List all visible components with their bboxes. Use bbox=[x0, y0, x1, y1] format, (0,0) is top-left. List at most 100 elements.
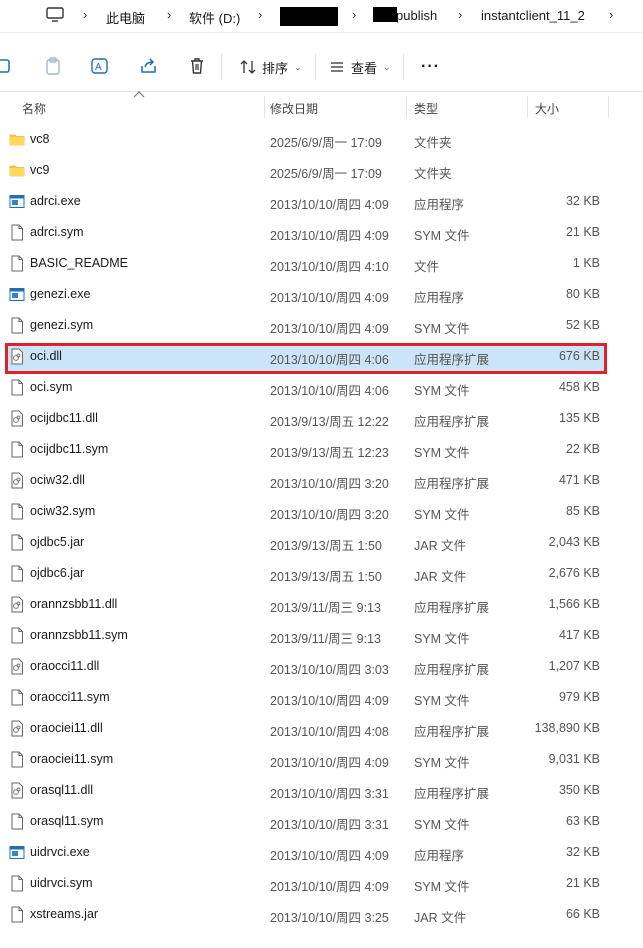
file-row[interactable]: ociw32.dll 2013/10/10/周四 3:20 应用程序扩展 471 KB bbox=[0, 465, 643, 496]
file-size: 1,566 KB bbox=[548, 597, 600, 611]
file-icon bbox=[9, 875, 25, 892]
file-modified: 2013/9/13/周五 1:50 bbox=[270, 570, 382, 584]
file-name: oraocci11.dll bbox=[30, 659, 100, 673]
file-row[interactable]: ojdbc6.jar 2013/9/13/周五 1:50 JAR 文件 2,676 K… bbox=[0, 558, 643, 589]
file-type: 应用程序扩展 bbox=[414, 415, 490, 429]
address-bar[interactable]: › 此电脑 › 软件 (D:) › › publish › instantcli… bbox=[0, 0, 643, 33]
file-row[interactable]: uidrvci.exe 2013/10/10/周四 4:09 应用程序 32 KB bbox=[0, 837, 643, 868]
file-row[interactable]: oraociei11.sym 2013/10/10/周四 4:09 SYM 文件 9,… bbox=[0, 744, 643, 775]
sort-label: 排序 bbox=[262, 60, 289, 76]
file-row[interactable]: ojdbc5.jar 2013/9/13/周五 1:50 JAR 文件 2,043 K… bbox=[0, 527, 643, 558]
copy-icon[interactable] bbox=[0, 56, 16, 76]
column-divider[interactable] bbox=[527, 96, 528, 118]
computer-icon[interactable] bbox=[46, 7, 64, 22]
breadcrumb-current[interactable]: instantclient_11_2 bbox=[481, 8, 585, 23]
redacted-folder-name[interactable] bbox=[280, 7, 338, 26]
breadcrumb-publish[interactable]: publish bbox=[396, 8, 437, 23]
chevron-right-icon[interactable]: › bbox=[83, 7, 93, 23]
sort-button[interactable]: 排序 ⌄ bbox=[240, 56, 302, 78]
file-modified: 2013/10/10/周四 4:09 bbox=[270, 849, 389, 863]
file-row[interactable]: ocijdbc11.sym 2013/9/13/周五 12:23 SYM 文件 22 … bbox=[0, 434, 643, 465]
file-name: oraocci11.sym bbox=[30, 690, 110, 704]
file-name: oraociei11.dll bbox=[30, 721, 103, 735]
redacted-prefix bbox=[373, 7, 397, 22]
file-row[interactable]: genezi.exe 2013/10/10/周四 4:09 应用程序 80 KB bbox=[0, 279, 643, 310]
file-row[interactable]: oci.sym 2013/10/10/周四 4:06 SYM 文件 458 KB bbox=[0, 372, 643, 403]
exe-icon bbox=[9, 286, 25, 303]
column-divider[interactable] bbox=[264, 96, 265, 118]
view-label: 查看 bbox=[351, 60, 378, 76]
file-row[interactable]: oraociei11.dll 2013/10/10/周四 4:08 应用程序扩展 13… bbox=[0, 713, 643, 744]
svg-text:A: A bbox=[95, 62, 102, 73]
file-name: BASIC_README bbox=[30, 256, 128, 270]
file-type: JAR 文件 bbox=[414, 911, 467, 925]
file-row[interactable]: uidrvci.sym 2013/10/10/周四 4:09 SYM 文件 21 KB bbox=[0, 868, 643, 899]
file-type: 文件 bbox=[414, 260, 440, 274]
file-row[interactable]: orannzsbb11.sym 2013/9/11/周三 9:13 SYM 文件 41… bbox=[0, 620, 643, 651]
share-icon[interactable] bbox=[139, 56, 159, 76]
file-name: uidrvci.exe bbox=[30, 845, 90, 859]
view-button[interactable]: 查看 ⌄ bbox=[329, 56, 391, 78]
column-divider[interactable] bbox=[406, 96, 407, 118]
chevron-right-icon[interactable]: › bbox=[258, 7, 268, 23]
file-row[interactable]: orannzsbb11.dll 2013/9/11/周三 9:13 应用程序扩展 1,… bbox=[0, 589, 643, 620]
file-row[interactable]: adrci.sym 2013/10/10/周四 4:09 SYM 文件 21 KB bbox=[0, 217, 643, 248]
file-row[interactable]: vc8 2025/6/9/周一 17:09 文件夹 bbox=[0, 124, 643, 155]
file-icon bbox=[9, 751, 25, 768]
command-bar: A 排序 ⌄ 查看 ⌄ ··· bbox=[0, 40, 643, 92]
breadcrumb-this-pc[interactable]: 此电脑 bbox=[106, 8, 145, 27]
delete-icon[interactable] bbox=[187, 56, 207, 76]
file-icon bbox=[9, 255, 25, 272]
rename-icon[interactable]: A bbox=[90, 56, 110, 76]
column-divider[interactable] bbox=[608, 96, 609, 118]
file-size: 32 KB bbox=[565, 194, 600, 208]
file-size: 85 KB bbox=[565, 504, 600, 518]
file-type: SYM 文件 bbox=[414, 756, 470, 770]
file-modified: 2013/10/10/周四 3:20 bbox=[270, 508, 389, 522]
file-type: JAR 文件 bbox=[414, 539, 467, 553]
column-modified[interactable]: 修改日期 bbox=[270, 100, 318, 117]
file-name: ojdbc6.jar bbox=[30, 566, 85, 580]
dll-icon bbox=[9, 596, 25, 613]
file-row[interactable]: ociw32.sym 2013/10/10/周四 3:20 SYM 文件 85 KB bbox=[0, 496, 643, 527]
column-size[interactable]: 大小 bbox=[535, 100, 559, 117]
dll-icon bbox=[9, 720, 25, 737]
file-size: 52 KB bbox=[565, 318, 600, 332]
file-row[interactable]: orasql11.dll 2013/10/10/周四 3:31 应用程序扩展 350 … bbox=[0, 775, 643, 806]
column-type[interactable]: 类型 bbox=[414, 100, 438, 117]
chevron-right-icon[interactable]: › bbox=[352, 7, 362, 23]
file-size: 1,207 KB bbox=[548, 659, 600, 673]
more-options-button[interactable]: ··· bbox=[421, 56, 440, 78]
file-row[interactable]: xstreams.jar 2013/10/10/周四 3:25 JAR 文件 66 K… bbox=[0, 899, 643, 930]
file-row[interactable]: ocijdbc11.dll 2013/9/13/周五 12:22 应用程序扩展 135… bbox=[0, 403, 643, 434]
file-name: ojdbc5.jar bbox=[30, 535, 85, 549]
dll-icon bbox=[9, 410, 25, 427]
file-modified: 2013/10/10/周四 4:08 bbox=[270, 725, 389, 739]
file-row[interactable]: oraocci11.sym 2013/10/10/周四 4:09 SYM 文件 979… bbox=[0, 682, 643, 713]
file-row[interactable]: BASIC_README 2013/10/10/周四 4:10 文件 1 KB bbox=[0, 248, 643, 279]
file-row[interactable]: adrci.exe 2013/10/10/周四 4:09 应用程序 32 KB bbox=[0, 186, 643, 217]
dll-icon bbox=[9, 782, 25, 799]
breadcrumb-drive[interactable]: 软件 (D:) bbox=[189, 8, 240, 27]
file-modified: 2013/10/10/周四 4:09 bbox=[270, 880, 389, 894]
file-modified: 2013/10/10/周四 3:03 bbox=[270, 663, 389, 677]
column-name[interactable]: 名称 bbox=[22, 100, 46, 117]
file-modified: 2013/9/11/周三 9:13 bbox=[270, 632, 381, 646]
file-icon bbox=[9, 441, 25, 458]
chevron-right-icon[interactable]: › bbox=[167, 7, 177, 23]
file-size: 135 KB bbox=[558, 411, 600, 425]
file-modified: 2013/10/10/周四 4:10 bbox=[270, 260, 389, 274]
toolbar-divider bbox=[315, 54, 316, 80]
file-row[interactable]: orasql11.sym 2013/10/10/周四 3:31 SYM 文件 63 K… bbox=[0, 806, 643, 837]
file-row[interactable]: vc9 2025/6/9/周一 17:09 文件夹 bbox=[0, 155, 643, 186]
exe-icon bbox=[9, 193, 25, 210]
chevron-right-icon[interactable]: › bbox=[609, 7, 619, 23]
file-name: orannzsbb11.dll bbox=[30, 597, 118, 611]
chevron-right-icon[interactable]: › bbox=[458, 7, 468, 23]
file-row[interactable]: oraocci11.dll 2013/10/10/周四 3:03 应用程序扩展 1,2… bbox=[0, 651, 643, 682]
file-type: 应用程序 bbox=[414, 291, 465, 305]
paste-icon[interactable] bbox=[43, 56, 63, 76]
file-type: 应用程序 bbox=[414, 849, 465, 863]
file-row[interactable]: genezi.sym 2013/10/10/周四 4:09 SYM 文件 52 KB bbox=[0, 310, 643, 341]
file-size: 21 KB bbox=[565, 876, 600, 890]
